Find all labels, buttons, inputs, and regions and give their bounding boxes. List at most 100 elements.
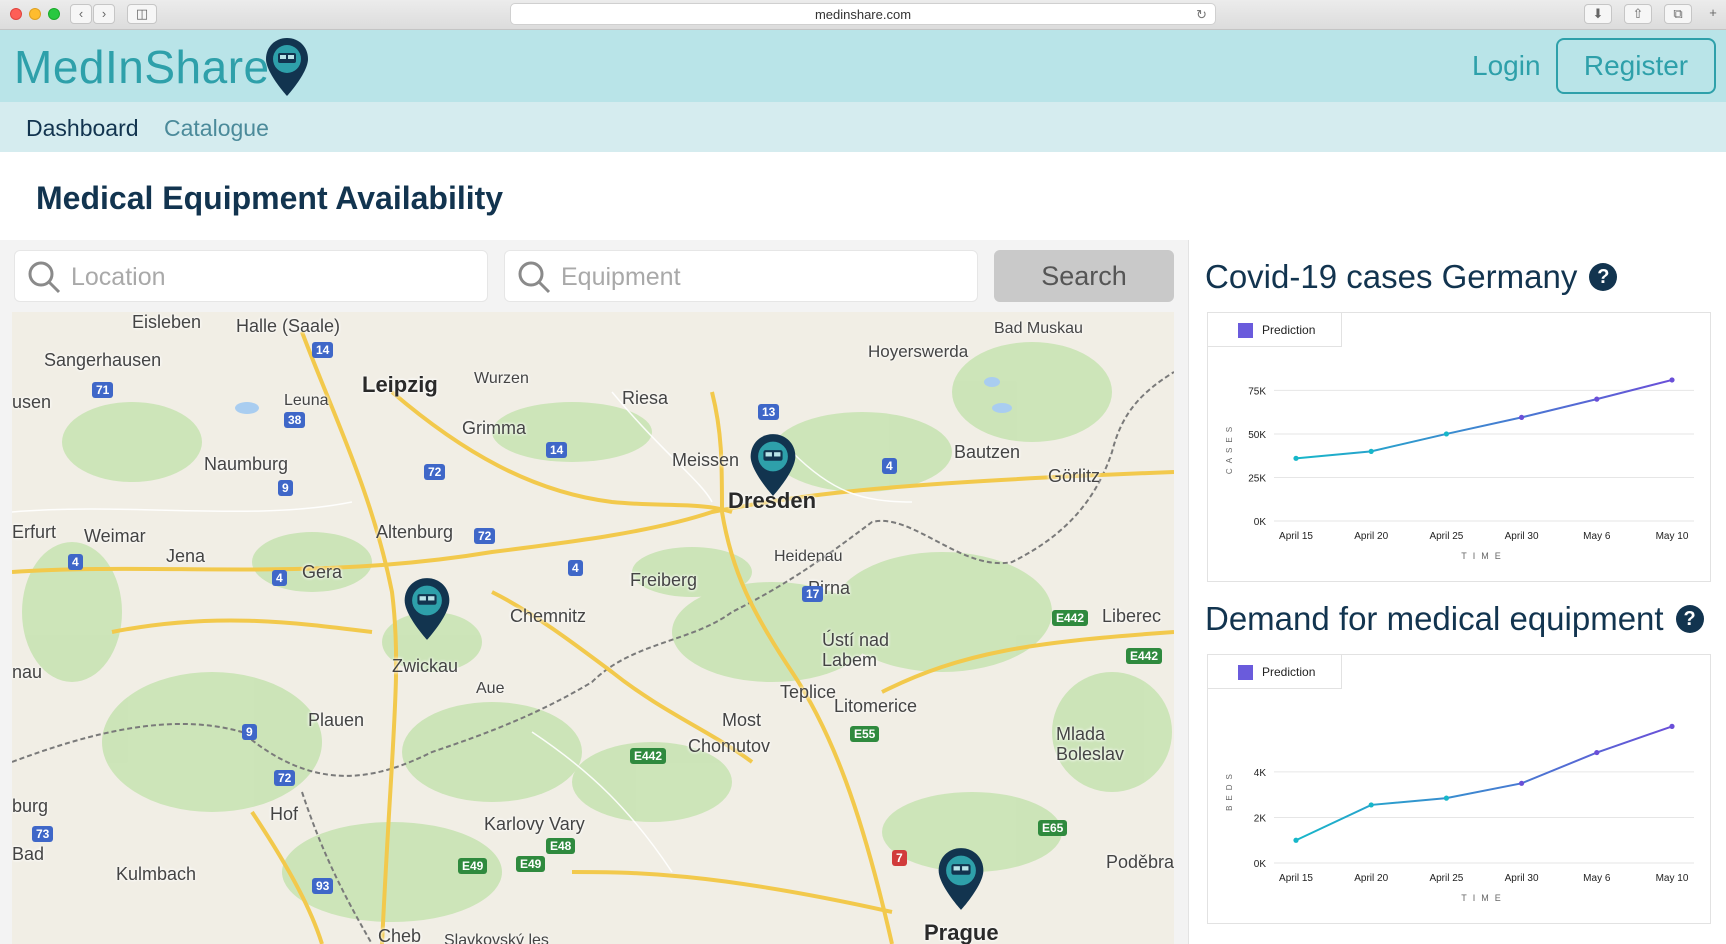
x-tick-label: April 20 bbox=[1354, 873, 1388, 884]
map-label: Altenburg bbox=[376, 522, 454, 542]
road-shield: 4 bbox=[882, 458, 897, 474]
close-window-button[interactable] bbox=[10, 8, 22, 20]
map-label: Gera bbox=[302, 562, 343, 582]
map-label: Riesa bbox=[622, 388, 669, 408]
x-tick-label: April 15 bbox=[1279, 873, 1313, 884]
data-point bbox=[1594, 396, 1600, 402]
road-shield: E442 bbox=[1052, 610, 1089, 626]
road-shield: 9 bbox=[242, 724, 257, 740]
tabs-overview-icon[interactable]: ⧉ bbox=[1664, 4, 1692, 24]
y-tick-label: 2K bbox=[1254, 813, 1267, 824]
x-tick-label: April 30 bbox=[1505, 531, 1539, 542]
equipment-input[interactable] bbox=[561, 259, 961, 295]
equipment-search-box bbox=[504, 250, 978, 302]
x-axis-label: TIME bbox=[1461, 551, 1507, 561]
map-label: Eisleben bbox=[132, 312, 202, 332]
minimize-window-button[interactable] bbox=[29, 8, 41, 20]
road-shield: 72 bbox=[274, 770, 296, 786]
y-axis-label: CASES bbox=[1225, 422, 1234, 474]
map-label: Bautzen bbox=[954, 442, 1021, 462]
reload-icon[interactable]: ↻ bbox=[1196, 4, 1207, 25]
map-label: Halle (Saale) bbox=[236, 316, 341, 336]
road-shield: 71 bbox=[92, 382, 114, 398]
sidebar-toggle-icon[interactable]: ◫ bbox=[127, 4, 157, 24]
y-tick-label: 0K bbox=[1254, 859, 1267, 870]
map-label: Chomutov bbox=[688, 736, 771, 756]
map-label: Leipzig bbox=[362, 372, 438, 397]
main-nav: Dashboard Catalogue bbox=[0, 102, 1726, 152]
location-input[interactable] bbox=[71, 259, 471, 295]
ambulance-pin-icon[interactable] bbox=[936, 846, 986, 912]
zoom-window-button[interactable] bbox=[48, 8, 60, 20]
data-point bbox=[1293, 837, 1299, 843]
y-tick-label: 0K bbox=[1254, 517, 1267, 528]
login-link[interactable]: Login bbox=[1472, 50, 1541, 82]
map-label: Slavkovský les bbox=[444, 932, 549, 944]
road-shield: 14 bbox=[312, 342, 334, 358]
map-label: usen bbox=[12, 392, 52, 412]
share-icon[interactable]: ⇧ bbox=[1624, 4, 1652, 24]
search-icon bbox=[28, 261, 61, 294]
forward-icon[interactable]: › bbox=[93, 4, 115, 24]
map-label: Aue bbox=[476, 680, 505, 697]
map-label: Naumburg bbox=[204, 454, 289, 474]
map-terrain bbox=[12, 312, 1174, 944]
help-icon[interactable]: ? bbox=[1675, 605, 1704, 633]
map-label: Mlada Boleslav bbox=[1056, 724, 1125, 764]
road-shield: 14 bbox=[546, 442, 568, 458]
road-shield: E442 bbox=[630, 748, 667, 764]
cases-chart-title: Covid-19 cases Germany bbox=[1205, 258, 1578, 295]
ambulance-pin-icon[interactable] bbox=[402, 576, 452, 642]
x-tick-label: May 10 bbox=[1656, 531, 1689, 542]
map-label: Bad Muskau bbox=[994, 320, 1083, 337]
road-shield: 38 bbox=[284, 412, 306, 428]
series-line bbox=[1295, 725, 1673, 842]
map-label: Wurzen bbox=[474, 370, 529, 387]
x-tick-label: April 25 bbox=[1429, 873, 1463, 884]
x-axis-label: TIME bbox=[1461, 893, 1507, 903]
new-tab-icon[interactable]: + bbox=[1702, 4, 1724, 24]
help-icon[interactable]: ? bbox=[1589, 263, 1618, 291]
road-shield: 4 bbox=[68, 554, 83, 570]
y-tick-label: 25K bbox=[1248, 473, 1266, 484]
map-label: Litomerice bbox=[834, 696, 918, 716]
data-point bbox=[1669, 377, 1675, 383]
demand-chart: Prediction 0K 2K 4K April 15 April 20 April 2… bbox=[1207, 654, 1711, 924]
url-text: medinshare.com bbox=[814, 7, 912, 22]
app-header: MedInShare Login Register bbox=[0, 30, 1726, 102]
demand-chart-title: Demand for medical equipment bbox=[1205, 600, 1664, 637]
road-shield: E442 bbox=[1126, 648, 1163, 664]
search-icon bbox=[518, 261, 551, 294]
road-shield: 73 bbox=[32, 826, 54, 842]
map-label: Kulmbach bbox=[116, 864, 197, 884]
data-point bbox=[1443, 431, 1449, 437]
ambulance-pin-icon bbox=[266, 38, 308, 96]
data-point bbox=[1443, 795, 1449, 801]
map-label: Leuna bbox=[284, 392, 329, 409]
logo-text[interactable]: MedInShare bbox=[14, 40, 270, 94]
series-line bbox=[1295, 378, 1673, 460]
road-shield: 72 bbox=[424, 464, 446, 480]
map-label: Erfurt bbox=[12, 522, 57, 542]
map-panel: Search bbox=[0, 240, 1188, 944]
address-bar[interactable]: medinshare.com ↻ bbox=[510, 3, 1216, 25]
data-point bbox=[1293, 455, 1299, 461]
charts-panel: Covid-19 cases Germany? Prediction 0K 25K… bbox=[1188, 240, 1726, 944]
map-label: Weimar bbox=[84, 526, 146, 546]
register-button[interactable]: Register bbox=[1556, 38, 1716, 94]
map-label: Cheb bbox=[378, 926, 422, 944]
nav-item-dashboard[interactable]: Dashboard bbox=[26, 115, 139, 142]
map-label: Chemnitz bbox=[510, 606, 587, 626]
back-icon[interactable]: ‹ bbox=[70, 4, 92, 24]
downloads-icon[interactable]: ⬇ bbox=[1584, 4, 1612, 24]
map-view[interactable]: Eisleben Halle (Saale) Sangerhausen Leip… bbox=[12, 312, 1174, 944]
x-tick-label: May 10 bbox=[1656, 873, 1689, 884]
road-shield: 13 bbox=[758, 404, 780, 420]
chart-title: Demand for medical equipment? bbox=[1205, 600, 1704, 638]
map-label: Poděbra bbox=[1106, 852, 1174, 872]
ambulance-pin-icon[interactable] bbox=[748, 432, 798, 498]
road-shield: E65 bbox=[1038, 820, 1068, 836]
nav-item-catalogue[interactable]: Catalogue bbox=[164, 115, 269, 142]
map-label: Hof bbox=[270, 804, 299, 824]
search-button[interactable]: Search bbox=[994, 250, 1174, 302]
